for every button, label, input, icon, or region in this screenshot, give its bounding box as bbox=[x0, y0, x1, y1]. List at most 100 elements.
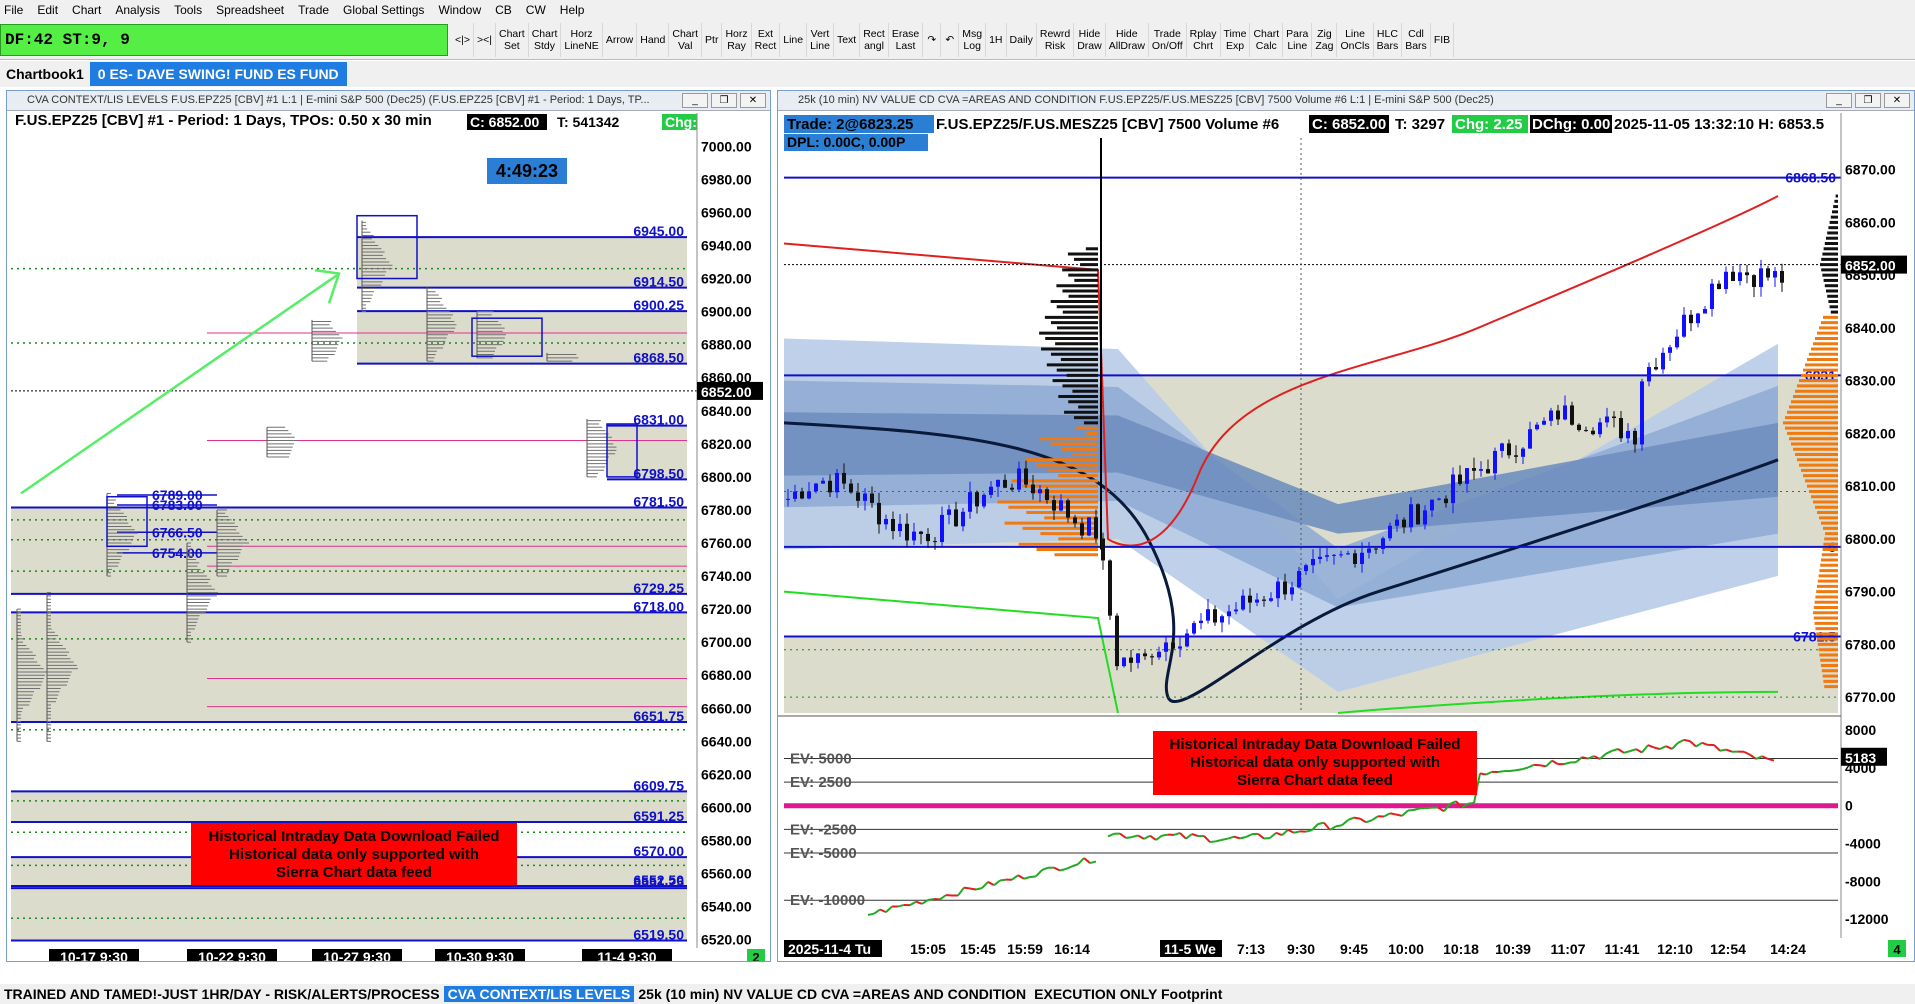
toolbar-btn-23[interactable]: Hide AllDraw bbox=[1106, 23, 1149, 57]
menu-window[interactable]: Window bbox=[438, 3, 481, 17]
delta-segment bbox=[1647, 744, 1655, 749]
toolbar-btn-32[interactable]: Cdl Bars bbox=[1402, 23, 1431, 57]
toolbar-btn-1[interactable]: ><| bbox=[474, 23, 496, 57]
candle-body bbox=[898, 523, 902, 532]
toolbar-btn-3[interactable]: Chart Stdy bbox=[529, 23, 562, 57]
candle-body bbox=[814, 483, 818, 492]
toolbar-btn-19[interactable]: 1H bbox=[986, 23, 1007, 57]
toolbar-btn-27[interactable]: Chart Calc bbox=[1250, 23, 1284, 57]
candle-body bbox=[1528, 429, 1532, 449]
sub-axis-tick: -8000 bbox=[1845, 873, 1881, 889]
time-label: 15:45 bbox=[960, 941, 996, 957]
toolbar-btn-33[interactable]: FIB bbox=[1431, 23, 1455, 57]
candle-body bbox=[1010, 487, 1014, 490]
toolbar-btn-4[interactable]: Horz LineNE bbox=[561, 23, 603, 57]
toolbar-btn-28[interactable]: Para Line bbox=[1283, 23, 1313, 57]
toolbar-btn-5[interactable]: Arrow bbox=[603, 23, 638, 57]
toolbar-btn-26[interactable]: Time Exp bbox=[1221, 23, 1251, 57]
toolbar-btn-7[interactable]: Chart Val bbox=[669, 23, 703, 57]
candle-body bbox=[1773, 271, 1777, 278]
menu-chart[interactable]: Chart bbox=[72, 3, 101, 17]
toolbar-btn-8[interactable]: Ptr bbox=[702, 23, 723, 57]
candle-body bbox=[1234, 609, 1238, 612]
toolbar-btn-11[interactable]: Line bbox=[780, 23, 808, 57]
restore-icon[interactable]: ❐ bbox=[711, 93, 737, 108]
menu-trade[interactable]: Trade bbox=[298, 3, 329, 17]
toolbar-btn-15[interactable]: Erase Last bbox=[889, 23, 924, 57]
close-icon[interactable]: ✕ bbox=[740, 93, 766, 108]
right-ticks: T: 3297 bbox=[1395, 116, 1445, 133]
candle-body bbox=[1108, 560, 1112, 616]
status-tab-2[interactable]: 25k (10 min) NV VALUE CD CVA =AREAS AND … bbox=[634, 986, 1030, 1002]
menu-edit[interactable]: Edit bbox=[37, 3, 58, 17]
candle-body bbox=[1045, 489, 1049, 501]
left-window-title[interactable]: CVA CONTEXT/LIS LEVELS F.US.EPZ25 [CBV] … bbox=[7, 91, 770, 111]
delta-segment bbox=[1341, 819, 1349, 827]
delta-segment bbox=[1125, 836, 1133, 839]
toolbar-btn-2[interactable]: Chart Set bbox=[496, 23, 529, 57]
delta-segment bbox=[1317, 821, 1325, 825]
toolbar-btn-21[interactable]: Rewrd Risk bbox=[1037, 23, 1075, 57]
toolbar-btn-9[interactable]: Horz Ray bbox=[722, 23, 752, 57]
status-tab-3[interactable]: EXECUTION ONLY Footprint bbox=[1030, 986, 1226, 1002]
toolbar-btn-30[interactable]: Line OnCls bbox=[1337, 23, 1374, 57]
toolbar-btn-20[interactable]: Daily bbox=[1007, 23, 1037, 57]
toolbar-btn-0[interactable]: <|> bbox=[452, 23, 474, 57]
value-band bbox=[11, 612, 687, 722]
candle-body bbox=[1101, 538, 1105, 561]
candle-body bbox=[1570, 405, 1574, 425]
mid-level-label: 6783.00 bbox=[152, 497, 203, 513]
error-text: Sierra Chart data feed bbox=[276, 864, 432, 881]
candle-body bbox=[933, 541, 937, 543]
close-icon[interactable]: ✕ bbox=[1884, 93, 1910, 108]
toolbar-btn-17[interactable]: ↶ bbox=[941, 23, 960, 57]
delta-segment bbox=[975, 887, 983, 891]
menu-spreadsheet[interactable]: Spreadsheet bbox=[216, 3, 284, 17]
price-badge: 6852.00 bbox=[1845, 258, 1896, 274]
candle-body bbox=[1696, 313, 1700, 324]
menu-cw[interactable]: CW bbox=[526, 3, 546, 17]
candle-body bbox=[1087, 517, 1091, 536]
delta-segment bbox=[873, 908, 881, 915]
candle-body bbox=[947, 509, 951, 515]
toolbar-btn-25[interactable]: Rplay Chrt bbox=[1187, 23, 1221, 57]
status-tab-0[interactable]: TRAINED AND TAMED!-JUST 1HR/DAY - RISK/A… bbox=[0, 986, 444, 1002]
ev-label: EV: -5000 bbox=[790, 845, 857, 862]
toolbar-btn-22[interactable]: Hide Draw bbox=[1074, 23, 1106, 57]
menu-file[interactable]: File bbox=[4, 3, 23, 17]
candle-body bbox=[1542, 420, 1546, 425]
tab-dave-swing[interactable]: 0 ES- DAVE SWING! FUND ES FUND bbox=[89, 62, 347, 86]
menu-cb[interactable]: CB bbox=[495, 3, 512, 17]
candle-body bbox=[1458, 474, 1462, 484]
toolbar-btn-14[interactable]: Rect angl bbox=[860, 23, 889, 57]
trend-arrow bbox=[20, 274, 338, 495]
value-band bbox=[11, 791, 687, 822]
toolbar-btn-16[interactable]: ↷ bbox=[923, 23, 942, 57]
toolbar-btn-29[interactable]: Zig Zag bbox=[1312, 23, 1338, 57]
minimize-icon[interactable]: _ bbox=[682, 93, 708, 108]
delta-segment bbox=[1575, 756, 1583, 764]
toolbar-btn-6[interactable]: Hand bbox=[637, 23, 670, 57]
toolbar-btn-13[interactable]: Text bbox=[834, 23, 861, 57]
toolbar-btn-18[interactable]: Msg Log bbox=[959, 23, 987, 57]
left-chart-canvas[interactable]: F.US.EPZ25 [CBV] #1 - Period: 1 Days, TP… bbox=[7, 113, 771, 962]
right-datetime: 2025-11-05 13:32:10 H: 6853.5 bbox=[1614, 116, 1824, 133]
right-chart-canvas[interactable]: 6868.5068316781.566870.006860.006850.006… bbox=[778, 113, 1915, 962]
candle-body bbox=[1276, 581, 1280, 599]
corner-badge: 4 bbox=[1893, 942, 1901, 957]
status-tab-1[interactable]: CVA CONTEXT/LIS LEVELS bbox=[443, 986, 635, 1002]
candle-body bbox=[1353, 553, 1357, 564]
toolbar-btn-31[interactable]: HLC Bars bbox=[1374, 23, 1403, 57]
toolbar-btn-24[interactable]: Trade On/Off bbox=[1149, 23, 1187, 57]
menu-global-settings[interactable]: Global Settings bbox=[343, 3, 424, 17]
toolbar-btn-12[interactable]: Vert Line bbox=[807, 23, 834, 57]
delta-segment bbox=[1581, 756, 1589, 760]
menu-tools[interactable]: Tools bbox=[174, 3, 202, 17]
menu-help[interactable]: Help bbox=[560, 3, 585, 17]
restore-icon[interactable]: ❐ bbox=[1855, 93, 1881, 108]
minimize-icon[interactable]: _ bbox=[1826, 93, 1852, 108]
toolbar-btn-10[interactable]: Ext Rect bbox=[752, 23, 781, 57]
menu-analysis[interactable]: Analysis bbox=[115, 3, 160, 17]
corner-badge: 2 bbox=[752, 950, 759, 962]
right-window-title[interactable]: 25k (10 min) NV VALUE CD CVA =AREAS AND … bbox=[778, 91, 1914, 111]
